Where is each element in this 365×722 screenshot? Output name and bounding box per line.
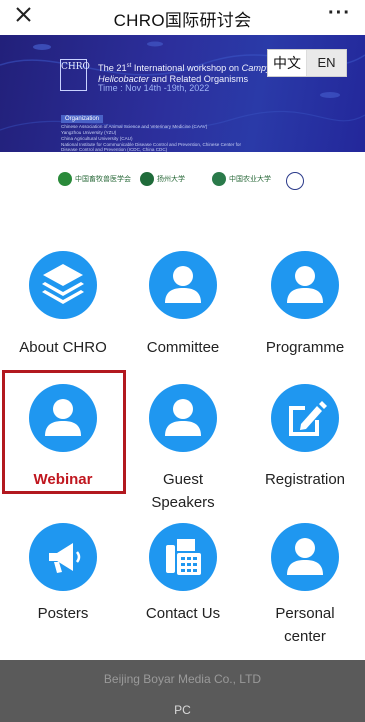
language-zh-button[interactable]: 中文 [268, 50, 307, 76]
megaphone-icon [49, 543, 81, 573]
language-switch: 中文 EN [267, 49, 347, 77]
cau-logo-icon [212, 172, 226, 186]
guest-speakers-label: Guest Speakers [151, 471, 215, 511]
more-menu-icon[interactable]: ··· [328, 2, 351, 25]
committee-button[interactable] [149, 251, 217, 319]
about-chro-label: About CHRO [19, 339, 107, 356]
user-icon [165, 399, 201, 436]
contact-us-label: Contact Us [145, 605, 221, 622]
chro-logo: CHRO [60, 59, 90, 91]
webinar-label: Webinar [33, 471, 93, 488]
partner-logos: 中国畜牧兽医学会 扬州大学 中国农业大学 [0, 152, 365, 208]
organization-line: China Agricultural University (CAU) [61, 136, 133, 141]
partner-logo-icdc [286, 172, 304, 190]
partner-logo-caav: 中国畜牧兽医学会 [58, 172, 131, 186]
committee-label: Committee [146, 339, 220, 356]
guest-speakers-button[interactable] [149, 384, 217, 452]
user-icon [165, 266, 201, 303]
footer-pc-link[interactable]: PC [0, 703, 365, 717]
organization-label: Organization [61, 115, 104, 123]
personal-center-label: Personal center [275, 605, 335, 645]
user-icon [287, 266, 323, 303]
icdc-logo-icon [286, 172, 304, 190]
edit-icon [289, 401, 327, 436]
programme-button[interactable] [271, 251, 339, 319]
layers-icon [42, 264, 84, 304]
about-chro-button[interactable] [29, 251, 97, 319]
partner-logo-yzu: 扬州大学 [140, 172, 185, 186]
user-icon [45, 399, 81, 436]
footer: Beijing Boyar Media Co., LTD PC [0, 660, 365, 722]
top-bar: CHRO国际研讨会 ··· [0, 0, 365, 34]
user-circle-icon [287, 538, 323, 575]
page-title: CHRO国际研讨会 [113, 11, 252, 30]
posters-button[interactable] [29, 523, 97, 591]
programme-label: Programme [265, 339, 345, 356]
partner-logo-cau: 中国农业大学 [212, 172, 271, 186]
page: CHRO国际研讨会 ··· CHRO The 21st Internationa… [0, 0, 365, 722]
webinar-button[interactable] [29, 384, 97, 452]
footer-company: Beijing Boyar Media Co., LTD [103, 672, 262, 686]
organization-line: Chinese Association of Animal Science an… [61, 124, 208, 129]
yzu-logo-icon [140, 172, 154, 186]
registration-label: Registration [264, 471, 346, 488]
language-en-button[interactable]: EN [307, 50, 346, 76]
posters-label: Posters [37, 605, 89, 622]
contact-us-button[interactable] [149, 523, 217, 591]
workshop-time: Time : Nov 14th -19th, 2022 [98, 83, 210, 93]
fax-phone-icon [166, 539, 201, 575]
organization-line: Yangzhou University (YZU) [61, 130, 117, 135]
personal-center-button[interactable] [271, 523, 339, 591]
registration-button[interactable] [271, 384, 339, 452]
caav-logo-icon [58, 172, 72, 186]
